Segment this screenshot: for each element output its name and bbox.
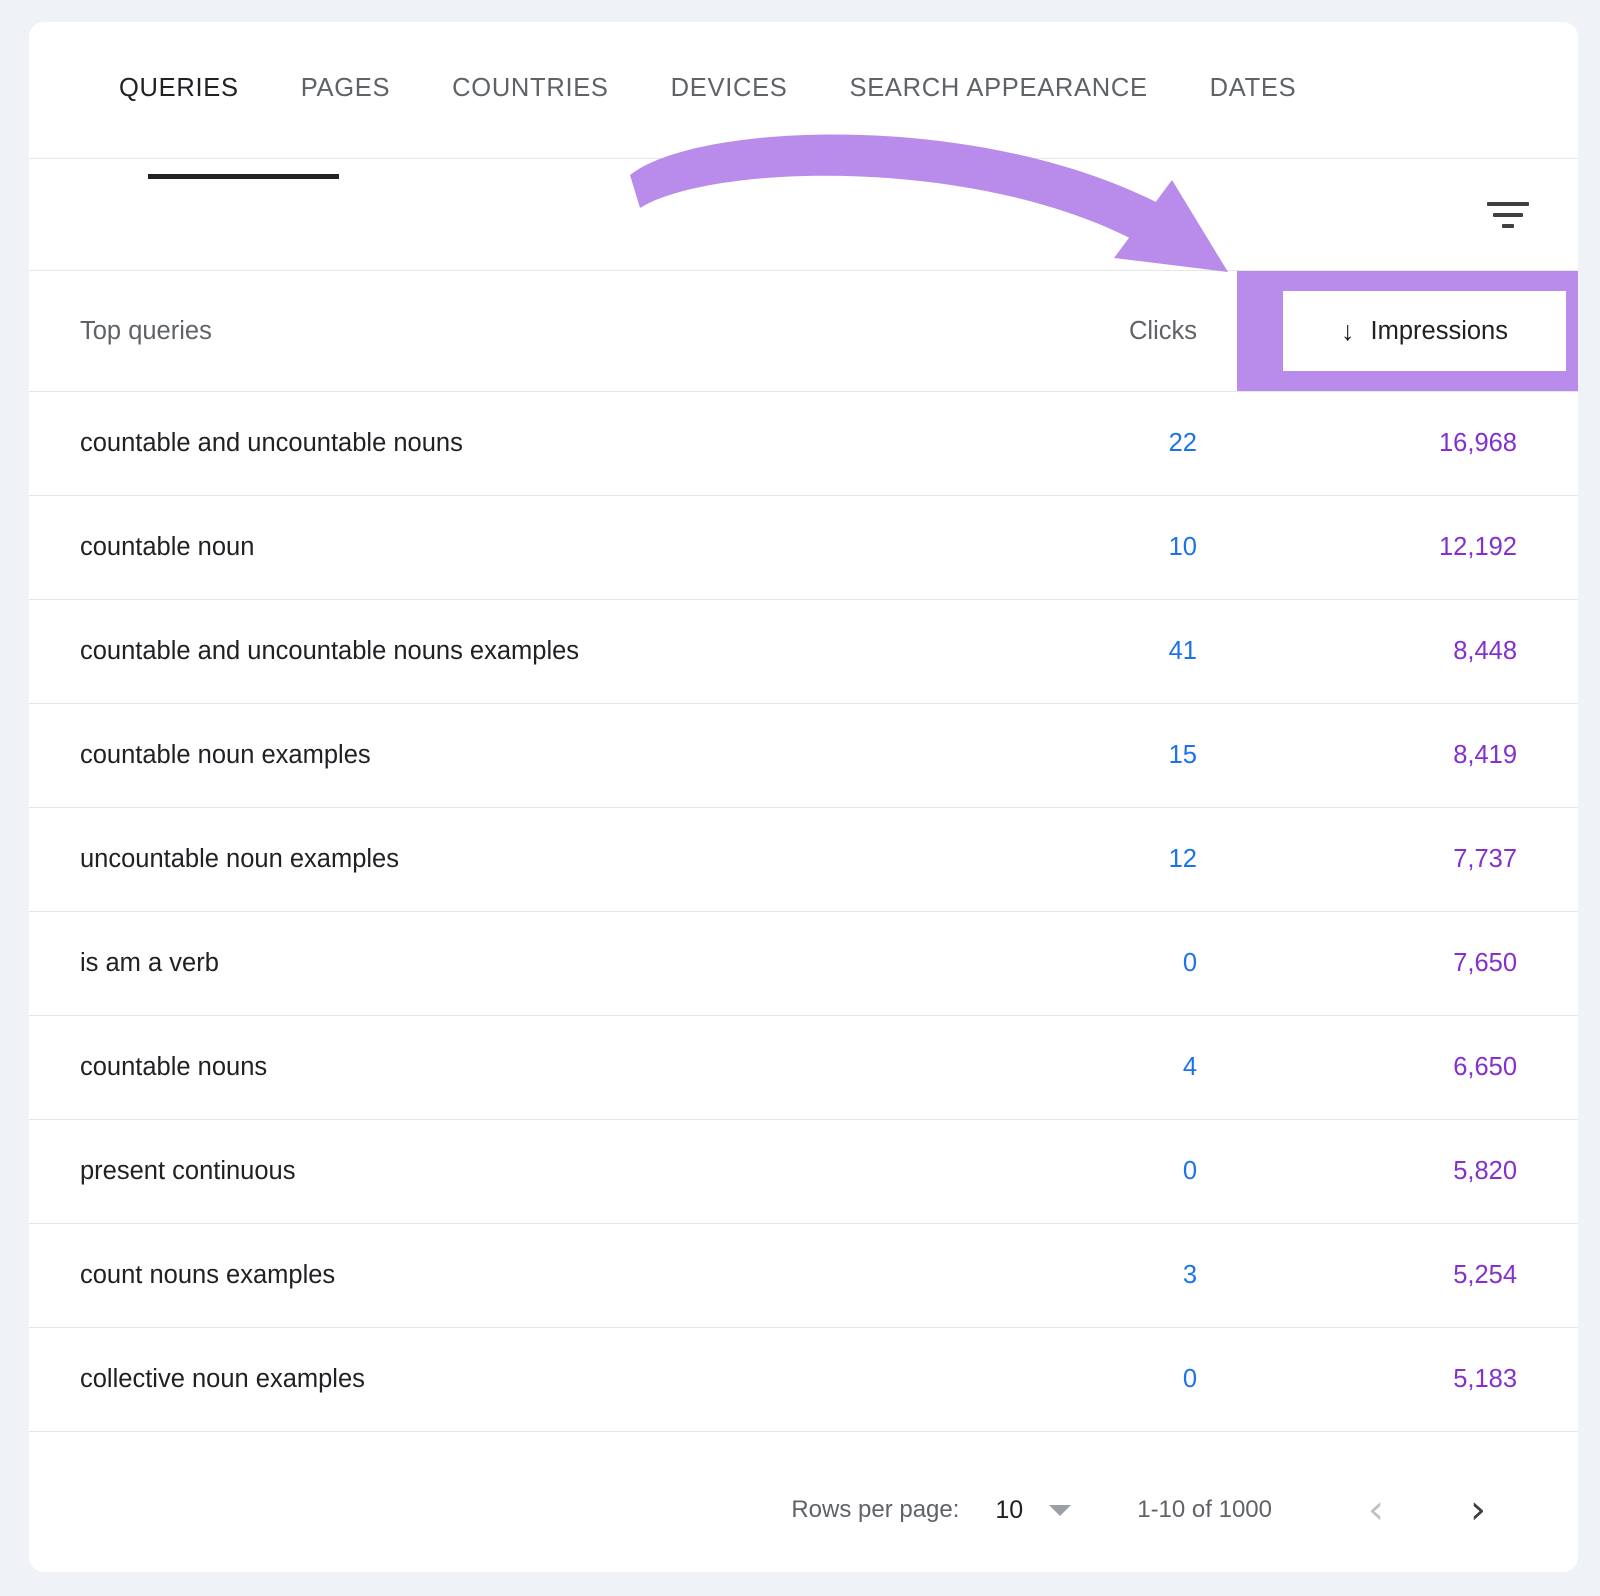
tab-dates[interactable]: DATES (1210, 74, 1297, 107)
table-row[interactable]: countable noun 10 12,192 (29, 496, 1578, 599)
impressions-column-highlight: ↓ Impressions (1237, 271, 1578, 391)
table-row[interactable]: countable nouns 4 6,650 (29, 1016, 1578, 1119)
table-row[interactable]: countable and uncountable nouns 22 16,96… (29, 392, 1578, 495)
cell-query: present continuous (29, 1157, 1028, 1186)
tab-queries[interactable]: QUERIES (119, 74, 239, 107)
sort-descending-icon: ↓ (1341, 318, 1355, 345)
cell-impressions: 16,968 (1238, 429, 1578, 458)
pagination-range-label: 1-10 of 1000 (1137, 1496, 1272, 1524)
previous-page-button[interactable]: ‹ (1350, 1490, 1402, 1530)
cell-clicks: 41 (1028, 637, 1238, 666)
cell-impressions: 7,737 (1238, 845, 1578, 874)
tab-devices[interactable]: DEVICES (671, 74, 788, 107)
cell-clicks: 3 (1028, 1261, 1238, 1290)
column-header-impressions-label: Impressions (1371, 317, 1508, 346)
cell-impressions: 6,650 (1238, 1053, 1578, 1082)
filter-icon[interactable] (1486, 199, 1530, 231)
cell-impressions: 8,419 (1238, 741, 1578, 770)
table-header-row: Top queries Clicks ↓ Impressions (29, 271, 1578, 391)
cell-clicks: 4 (1028, 1053, 1238, 1082)
tab-search-appearance[interactable]: SEARCH APPEARANCE (850, 74, 1148, 107)
cell-impressions: 7,650 (1238, 949, 1578, 978)
cell-impressions: 5,254 (1238, 1261, 1578, 1290)
tab-pages[interactable]: PAGES (301, 74, 390, 107)
cell-clicks: 22 (1028, 429, 1238, 458)
cell-query: countable noun (29, 533, 1028, 562)
table-row[interactable]: present continuous 0 5,820 (29, 1120, 1578, 1223)
cell-clicks: 12 (1028, 845, 1238, 874)
screenshot-root: QUERIES PAGES COUNTRIES DEVICES SEARCH A… (0, 0, 1600, 1596)
column-header-top-queries[interactable]: Top queries (29, 317, 1028, 346)
tab-bar: QUERIES PAGES COUNTRIES DEVICES SEARCH A… (29, 22, 1578, 158)
search-performance-card: QUERIES PAGES COUNTRIES DEVICES SEARCH A… (29, 22, 1578, 1572)
cell-query: collective noun examples (29, 1365, 1028, 1394)
table-row[interactable]: count nouns examples 3 5,254 (29, 1224, 1578, 1327)
table-row[interactable]: countable noun examples 15 8,419 (29, 704, 1578, 807)
column-header-clicks[interactable]: Clicks (1028, 317, 1238, 346)
cell-query: countable nouns (29, 1053, 1028, 1082)
cell-impressions: 12,192 (1238, 533, 1578, 562)
column-header-impressions[interactable]: ↓ Impressions (1283, 291, 1566, 371)
rows-per-page-label: Rows per page: (791, 1496, 959, 1524)
cell-impressions: 8,448 (1238, 637, 1578, 666)
cell-query: uncountable noun examples (29, 845, 1028, 874)
cell-query: countable and uncountable nouns (29, 429, 1028, 458)
table-row[interactable]: collective noun examples 0 5,183 (29, 1328, 1578, 1431)
cell-query: count nouns examples (29, 1261, 1028, 1290)
cell-impressions: 5,820 (1238, 1157, 1578, 1186)
table-row[interactable]: is am a verb 0 7,650 (29, 912, 1578, 1015)
cell-query: countable noun examples (29, 741, 1028, 770)
cell-clicks: 10 (1028, 533, 1238, 562)
next-page-button[interactable]: › (1452, 1490, 1504, 1530)
table-row[interactable]: uncountable noun examples 12 7,737 (29, 808, 1578, 911)
chevron-down-icon[interactable] (1049, 1505, 1071, 1516)
cell-clicks: 15 (1028, 741, 1238, 770)
pagination-bar: Rows per page: 10 1-10 of 1000 ‹ › (29, 1432, 1578, 1572)
rows-per-page-value[interactable]: 10 (995, 1496, 1023, 1525)
cell-impressions: 5,183 (1238, 1365, 1578, 1394)
queries-table: Top queries Clicks ↓ Impressions countab… (29, 271, 1578, 1432)
table-row[interactable]: countable and uncountable nouns examples… (29, 600, 1578, 703)
cell-clicks: 0 (1028, 1157, 1238, 1186)
cell-clicks: 0 (1028, 1365, 1238, 1394)
tab-countries[interactable]: COUNTRIES (452, 74, 608, 107)
cell-query: is am a verb (29, 949, 1028, 978)
cell-query: countable and uncountable nouns examples (29, 637, 1028, 666)
table-toolbar (29, 159, 1578, 270)
cell-clicks: 0 (1028, 949, 1238, 978)
